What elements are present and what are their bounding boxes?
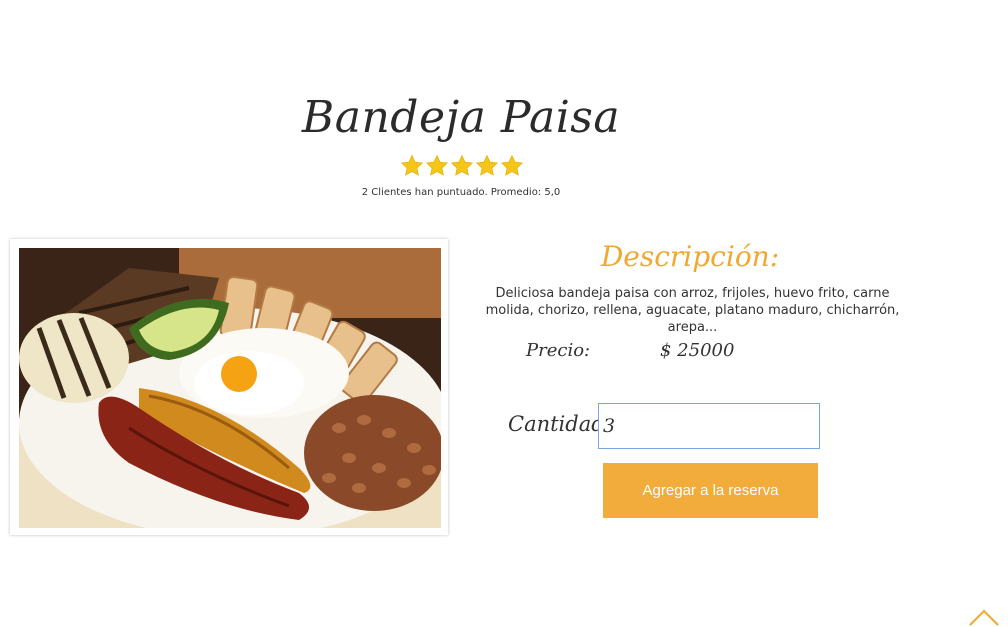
quantity-label: Cantidad: [508, 412, 612, 436]
price-value: $ 25000 [660, 340, 735, 361]
rating-stars [400, 154, 524, 178]
product-title: Bandeja Paisa [301, 92, 621, 143]
quantity-input[interactable] [598, 403, 820, 449]
star-icon [476, 154, 498, 176]
chevron-up-icon[interactable] [968, 608, 1000, 627]
product-image [10, 239, 448, 535]
price-label: Precio: [526, 340, 591, 361]
star-icon [401, 154, 423, 176]
star-icon [426, 154, 448, 176]
description-title: Descripción: [600, 240, 780, 273]
star-icon [501, 154, 523, 176]
dish-illustration [19, 248, 441, 528]
add-to-reservation-button[interactable]: Agregar a la reserva [603, 463, 818, 518]
rating-summary: 2 Clientes han puntuado. Promedio: 5,0 [361, 187, 561, 198]
description-text: Deliciosa bandeja paisa con arroz, frijo… [485, 286, 900, 335]
star-icon [451, 154, 473, 176]
